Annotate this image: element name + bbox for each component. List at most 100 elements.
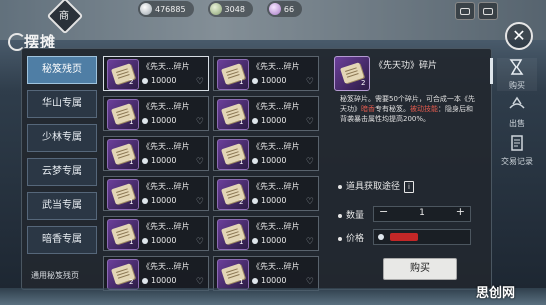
coin-icon <box>142 77 148 84</box>
item-cell[interactable]: 2 《先天...碎片 10000 ♡ <box>103 256 209 291</box>
item-price: 10000 <box>142 236 176 245</box>
favorite-icon[interactable]: ♡ <box>196 277 204 287</box>
coin-icon <box>142 117 148 124</box>
bullet-icon <box>338 213 342 218</box>
bullet-icon <box>338 184 342 189</box>
item-cell[interactable]: 1 《先天...碎片 10000 ♡ <box>103 136 209 171</box>
price-value-redacted <box>390 233 418 241</box>
item-price: 10000 <box>252 196 286 205</box>
favorite-icon[interactable]: ♡ <box>196 197 204 207</box>
item-cell[interactable]: 2 《先天...碎片 10000 ♡ <box>213 176 319 211</box>
watermark-logo: 思创网 <box>476 286 516 301</box>
menu-item-huashan[interactable]: 华山专属 <box>27 90 97 118</box>
item-price: 10000 <box>142 156 176 165</box>
item-name: 《先天...碎片 <box>142 62 190 71</box>
item-name: 《先天...碎片 <box>142 182 190 191</box>
item-name: 《先天...碎片 <box>142 142 190 151</box>
menu-item-shaolin[interactable]: 少林专属 <box>27 124 97 152</box>
minus-button[interactable]: − <box>379 205 388 218</box>
item-cell[interactable]: 2 《先天...碎片 10000 ♡ <box>103 56 209 91</box>
price-label: 价格 <box>346 234 365 244</box>
item-cell[interactable]: 1 《先天...碎片 10000 ♡ <box>103 176 209 211</box>
favorite-icon[interactable]: ♡ <box>306 77 314 87</box>
quantity-stepper[interactable]: − 1 + <box>373 205 471 222</box>
shop-badge-label: 商 <box>59 11 69 22</box>
item-price: 10000 <box>252 76 286 85</box>
item-cell[interactable]: 1 《先天...碎片 10000 ♡ <box>213 256 319 291</box>
silver-coin-icon <box>140 3 152 15</box>
tab-sell[interactable]: 出售 <box>497 96 537 129</box>
menu-item-secret-pages[interactable]: 秘笈残页 <box>27 56 97 84</box>
source-row[interactable]: 道具获取途径 i <box>338 179 415 193</box>
quantity-value[interactable]: 1 <box>414 208 430 218</box>
coin-icon <box>142 157 148 164</box>
buy-icon <box>509 59 524 75</box>
menu-item-anxiang[interactable]: 暗香专属 <box>27 226 97 254</box>
item-cell[interactable]: 1 《先天...碎片 10000 ♡ <box>213 216 319 251</box>
info-icon[interactable]: i <box>404 180 415 193</box>
price-row: 价格 <box>338 231 364 244</box>
quantity-row: 数量 <box>338 208 364 221</box>
coin-icon <box>252 277 258 284</box>
favorite-icon[interactable]: ♡ <box>306 117 314 127</box>
resource-bar: 476885 3048 66 <box>138 0 303 18</box>
item-price: 10000 <box>252 156 286 165</box>
resource-gem: 66 <box>266 1 303 17</box>
item-name: 《先天...碎片 <box>252 262 300 271</box>
favorite-icon[interactable]: ♡ <box>196 157 204 167</box>
menu-item-wudang[interactable]: 武当专属 <box>27 192 97 220</box>
item-price: 10000 <box>142 196 176 205</box>
bottom-scenery <box>0 288 546 305</box>
close-button[interactable]: ✕ <box>505 22 533 50</box>
buy-button[interactable]: 购买 <box>383 258 457 280</box>
favorite-icon[interactable]: ♡ <box>306 197 314 207</box>
item-name: 《先天...碎片 <box>252 142 300 151</box>
tab-trade-history-label: 交易记录 <box>501 157 533 166</box>
gem-icon <box>268 3 281 15</box>
favorite-icon[interactable]: ♡ <box>196 117 204 127</box>
favorite-icon[interactable]: ♡ <box>306 277 314 287</box>
favorite-icon[interactable]: ♡ <box>196 237 204 247</box>
chat-button[interactable] <box>455 2 475 20</box>
mail-button[interactable] <box>478 2 498 20</box>
leaf-coin-icon <box>209 3 222 15</box>
item-price: 10000 <box>142 116 176 125</box>
favorite-icon[interactable]: ♡ <box>306 157 314 167</box>
coin-icon <box>378 234 384 240</box>
bullet-icon <box>338 236 342 241</box>
detail-item-name: 《先天功》碎片 <box>374 61 438 71</box>
item-price: 10000 <box>142 276 176 285</box>
item-cell[interactable]: 1 《先天...碎片 10000 ♡ <box>213 136 319 171</box>
item-cell[interactable]: 1 《先天...碎片 10000 ♡ <box>103 216 209 251</box>
sell-icon <box>509 96 525 109</box>
resource-leaf-value: 3048 <box>224 4 245 14</box>
item-price: 10000 <box>252 236 286 245</box>
item-name: 《先天...碎片 <box>142 102 190 111</box>
menu-item-yunmeng[interactable]: 云梦专属 <box>27 158 97 186</box>
coin-icon <box>252 197 258 204</box>
coin-icon <box>142 197 148 204</box>
favorite-icon[interactable]: ♡ <box>306 237 314 247</box>
item-name: 《先天...碎片 <box>252 62 300 71</box>
coin-icon <box>252 157 258 164</box>
price-field <box>373 229 471 245</box>
favorite-icon[interactable]: ♡ <box>196 77 204 87</box>
active-tab-indicator <box>490 58 493 84</box>
quantity-label: 数量 <box>346 211 365 221</box>
ledger-icon <box>511 135 523 151</box>
source-label: 道具获取途径 <box>346 182 401 192</box>
plus-button[interactable]: + <box>456 205 465 218</box>
resource-leaf: 3048 <box>207 1 253 17</box>
menu-footer[interactable]: 通用秘笈残页 <box>31 270 79 281</box>
tab-buy[interactable]: 购买 <box>497 58 537 91</box>
item-name: 《先天...碎片 <box>252 222 300 231</box>
item-cell[interactable]: 1 《先天...碎片 10000 ♡ <box>103 96 209 131</box>
item-name: 《先天...碎片 <box>252 102 300 111</box>
item-cell[interactable]: 1 《先天...碎片 10000 ♡ <box>213 56 319 91</box>
coin-icon <box>142 237 148 244</box>
detail-description: 秘笈碎片。需要50个碎片，可合成一本《先天功》暗香专有秘笈。被动技能：隐身后和背… <box>340 95 475 123</box>
item-price: 10000 <box>142 76 176 85</box>
item-price: 10000 <box>252 276 286 285</box>
item-cell[interactable]: 1 《先天...碎片 10000 ♡ <box>213 96 319 131</box>
tab-trade-history[interactable]: 交易记录 <box>497 134 537 167</box>
